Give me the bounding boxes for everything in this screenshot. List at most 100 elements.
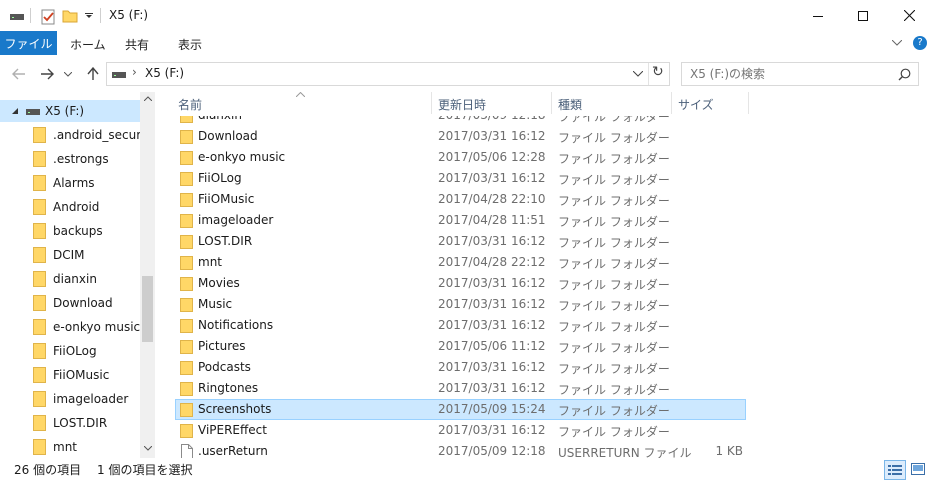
nav-item-folder[interactable]: backups xyxy=(0,220,140,242)
file-type: ファイル フォルダー xyxy=(558,152,670,166)
nav-item-folder[interactable]: Download xyxy=(0,292,140,314)
file-date: 2017/03/31 16:12 xyxy=(438,276,546,290)
folder-icon xyxy=(33,343,46,359)
file-row[interactable]: mnt 2017/04/28 22:12 ファイル フォルダー xyxy=(175,252,746,273)
nav-item-label: e-onkyo music xyxy=(53,320,141,334)
nav-item-folder[interactable]: LOST.DIR xyxy=(0,412,140,434)
nav-item-folder[interactable]: Android xyxy=(0,196,140,218)
file-row[interactable]: FiiOLog 2017/03/31 16:12 ファイル フォルダー xyxy=(175,168,746,189)
nav-item-folder[interactable]: FiiOMusic xyxy=(0,364,140,386)
title-separator xyxy=(30,8,31,23)
quick-access-dropdown-icon[interactable] xyxy=(84,13,94,19)
search-input[interactable] xyxy=(690,65,890,82)
file-name: Download xyxy=(198,129,258,143)
file-name: e-onkyo music xyxy=(198,150,286,164)
folder-icon xyxy=(33,223,46,239)
search-icon[interactable] xyxy=(898,68,911,81)
file-name: Pictures xyxy=(198,339,246,353)
forward-button[interactable] xyxy=(38,65,56,83)
nav-item-folder[interactable]: e-onkyo music xyxy=(0,316,140,338)
file-date: 2017/03/31 16:12 xyxy=(438,381,546,395)
file-row[interactable]: imageloader 2017/04/28 11:51 ファイル フォルダー xyxy=(175,210,746,231)
nav-item-folder[interactable]: imageloader xyxy=(0,388,140,410)
file-row[interactable]: FiiOMusic 2017/04/28 22:10 ファイル フォルダー xyxy=(175,189,746,210)
file-type: ファイル フォルダー xyxy=(558,194,670,208)
nav-item-folder[interactable]: .android_secure xyxy=(0,124,148,146)
file-type: ファイル フォルダー xyxy=(558,383,670,397)
tab-file[interactable]: ファイル xyxy=(0,31,57,55)
file-row[interactable]: e-onkyo music 2017/05/06 12:28 ファイル フォルダー xyxy=(175,147,746,168)
file-row[interactable]: Movies 2017/03/31 16:12 ファイル フォルダー xyxy=(175,273,746,294)
address-row: › X5 (F:) ↻ xyxy=(0,55,933,92)
nav-item-label: DCIM xyxy=(53,248,85,262)
nav-item-folder[interactable]: .estrongs xyxy=(0,148,140,170)
file-row[interactable]: Pictures 2017/05/06 11:12 ファイル フォルダー xyxy=(175,336,746,357)
column-header-date[interactable]: 更新日時 xyxy=(438,96,486,113)
nav-scrollbar[interactable] xyxy=(140,92,155,458)
details-view-button[interactable] xyxy=(884,460,906,480)
nav-item-folder[interactable]: dianxin xyxy=(0,268,140,290)
folder-icon xyxy=(33,391,46,407)
nav-item-drive[interactable]: X5 (F:) xyxy=(0,100,140,122)
path-chevron-icon[interactable]: › xyxy=(132,65,137,79)
column-headers: 名前 更新日時 種類 サイズ xyxy=(155,92,915,116)
file-row[interactable]: Ringtones 2017/03/31 16:12 ファイル フォルダー xyxy=(175,378,746,399)
file-type: ファイル フォルダー xyxy=(558,173,670,187)
column-divider[interactable] xyxy=(748,92,749,114)
file-row[interactable]: Podcasts 2017/03/31 16:12 ファイル フォルダー xyxy=(175,357,746,378)
nav-scrollbar-thumb[interactable] xyxy=(142,276,153,342)
properties-icon[interactable] xyxy=(40,9,56,25)
back-button[interactable] xyxy=(10,65,28,83)
column-header-name[interactable]: 名前 xyxy=(178,96,202,113)
close-button[interactable] xyxy=(886,0,932,31)
address-dropdown-icon[interactable] xyxy=(633,71,643,77)
column-divider[interactable] xyxy=(671,92,672,114)
nav-item-folder[interactable]: DCIM xyxy=(0,244,140,266)
help-icon[interactable]: ? xyxy=(913,36,927,50)
file-row[interactable]: .userReturn 2017/05/09 12:18 USERRETURN ファ… xyxy=(175,441,746,458)
scroll-down-icon[interactable] xyxy=(144,446,152,451)
search-box[interactable] xyxy=(681,62,919,86)
address-bar[interactable]: › X5 (F:) ↻ xyxy=(106,62,670,86)
column-divider[interactable] xyxy=(551,92,552,114)
folder-icon xyxy=(180,277,193,291)
breadcrumb-segment[interactable]: X5 (F:) xyxy=(145,66,184,80)
arrow-up-icon xyxy=(87,67,99,80)
tab-view[interactable]: 表示 xyxy=(178,36,202,53)
nav-item-folder[interactable]: Alarms xyxy=(0,172,140,194)
folder-icon xyxy=(180,130,193,144)
recent-locations-button[interactable] xyxy=(63,65,73,83)
column-divider[interactable] xyxy=(431,92,432,114)
file-name: mnt xyxy=(198,255,222,269)
file-size: 1 KB xyxy=(715,444,743,458)
file-name: Screenshots xyxy=(198,402,272,416)
file-date: 2017/03/31 16:12 xyxy=(438,297,546,311)
file-list: dianxin2017/03/09 12:18ファイル フォルダーDownloa… xyxy=(155,92,915,458)
new-folder-icon[interactable] xyxy=(62,9,78,23)
file-type: ファイル フォルダー xyxy=(558,341,670,355)
file-row[interactable]: Download 2017/03/31 16:12 ファイル フォルダー xyxy=(175,126,746,147)
column-header-type[interactable]: 種類 xyxy=(558,96,582,113)
tab-share[interactable]: 共有 xyxy=(125,36,149,53)
expanded-arrow-icon[interactable] xyxy=(12,108,18,114)
file-row[interactable]: Music 2017/03/31 16:12 ファイル フォルダー xyxy=(175,294,746,315)
nav-item-folder[interactable]: mnt xyxy=(0,436,140,458)
up-button[interactable] xyxy=(84,65,102,83)
minimize-button[interactable] xyxy=(795,0,841,31)
maximize-button[interactable] xyxy=(840,0,886,31)
file-date: 2017/05/06 12:28 xyxy=(438,150,546,164)
tab-home[interactable]: ホーム xyxy=(70,36,106,53)
file-row[interactable]: Screenshots 2017/05/09 15:24 ファイル フォルダー xyxy=(175,399,746,420)
expand-ribbon-icon[interactable] xyxy=(892,40,902,46)
file-row[interactable]: ViPEREffect 2017/03/31 16:12 ファイル フォルダー xyxy=(175,420,746,441)
file-date: 2017/03/31 16:12 xyxy=(438,171,546,185)
file-row[interactable]: LOST.DIR 2017/03/31 16:12 ファイル フォルダー xyxy=(175,231,746,252)
large-icons-view-button[interactable] xyxy=(908,460,928,478)
nav-item-folder[interactable]: FiiOLog xyxy=(0,340,140,362)
file-type: ファイル フォルダー xyxy=(558,131,670,145)
file-name: imageloader xyxy=(198,213,274,227)
file-row[interactable]: Notifications 2017/03/31 16:12 ファイル フォルダー xyxy=(175,315,746,336)
scroll-up-icon[interactable] xyxy=(144,96,152,101)
column-header-size[interactable]: サイズ xyxy=(678,96,714,113)
refresh-icon[interactable]: ↻ xyxy=(652,64,664,80)
